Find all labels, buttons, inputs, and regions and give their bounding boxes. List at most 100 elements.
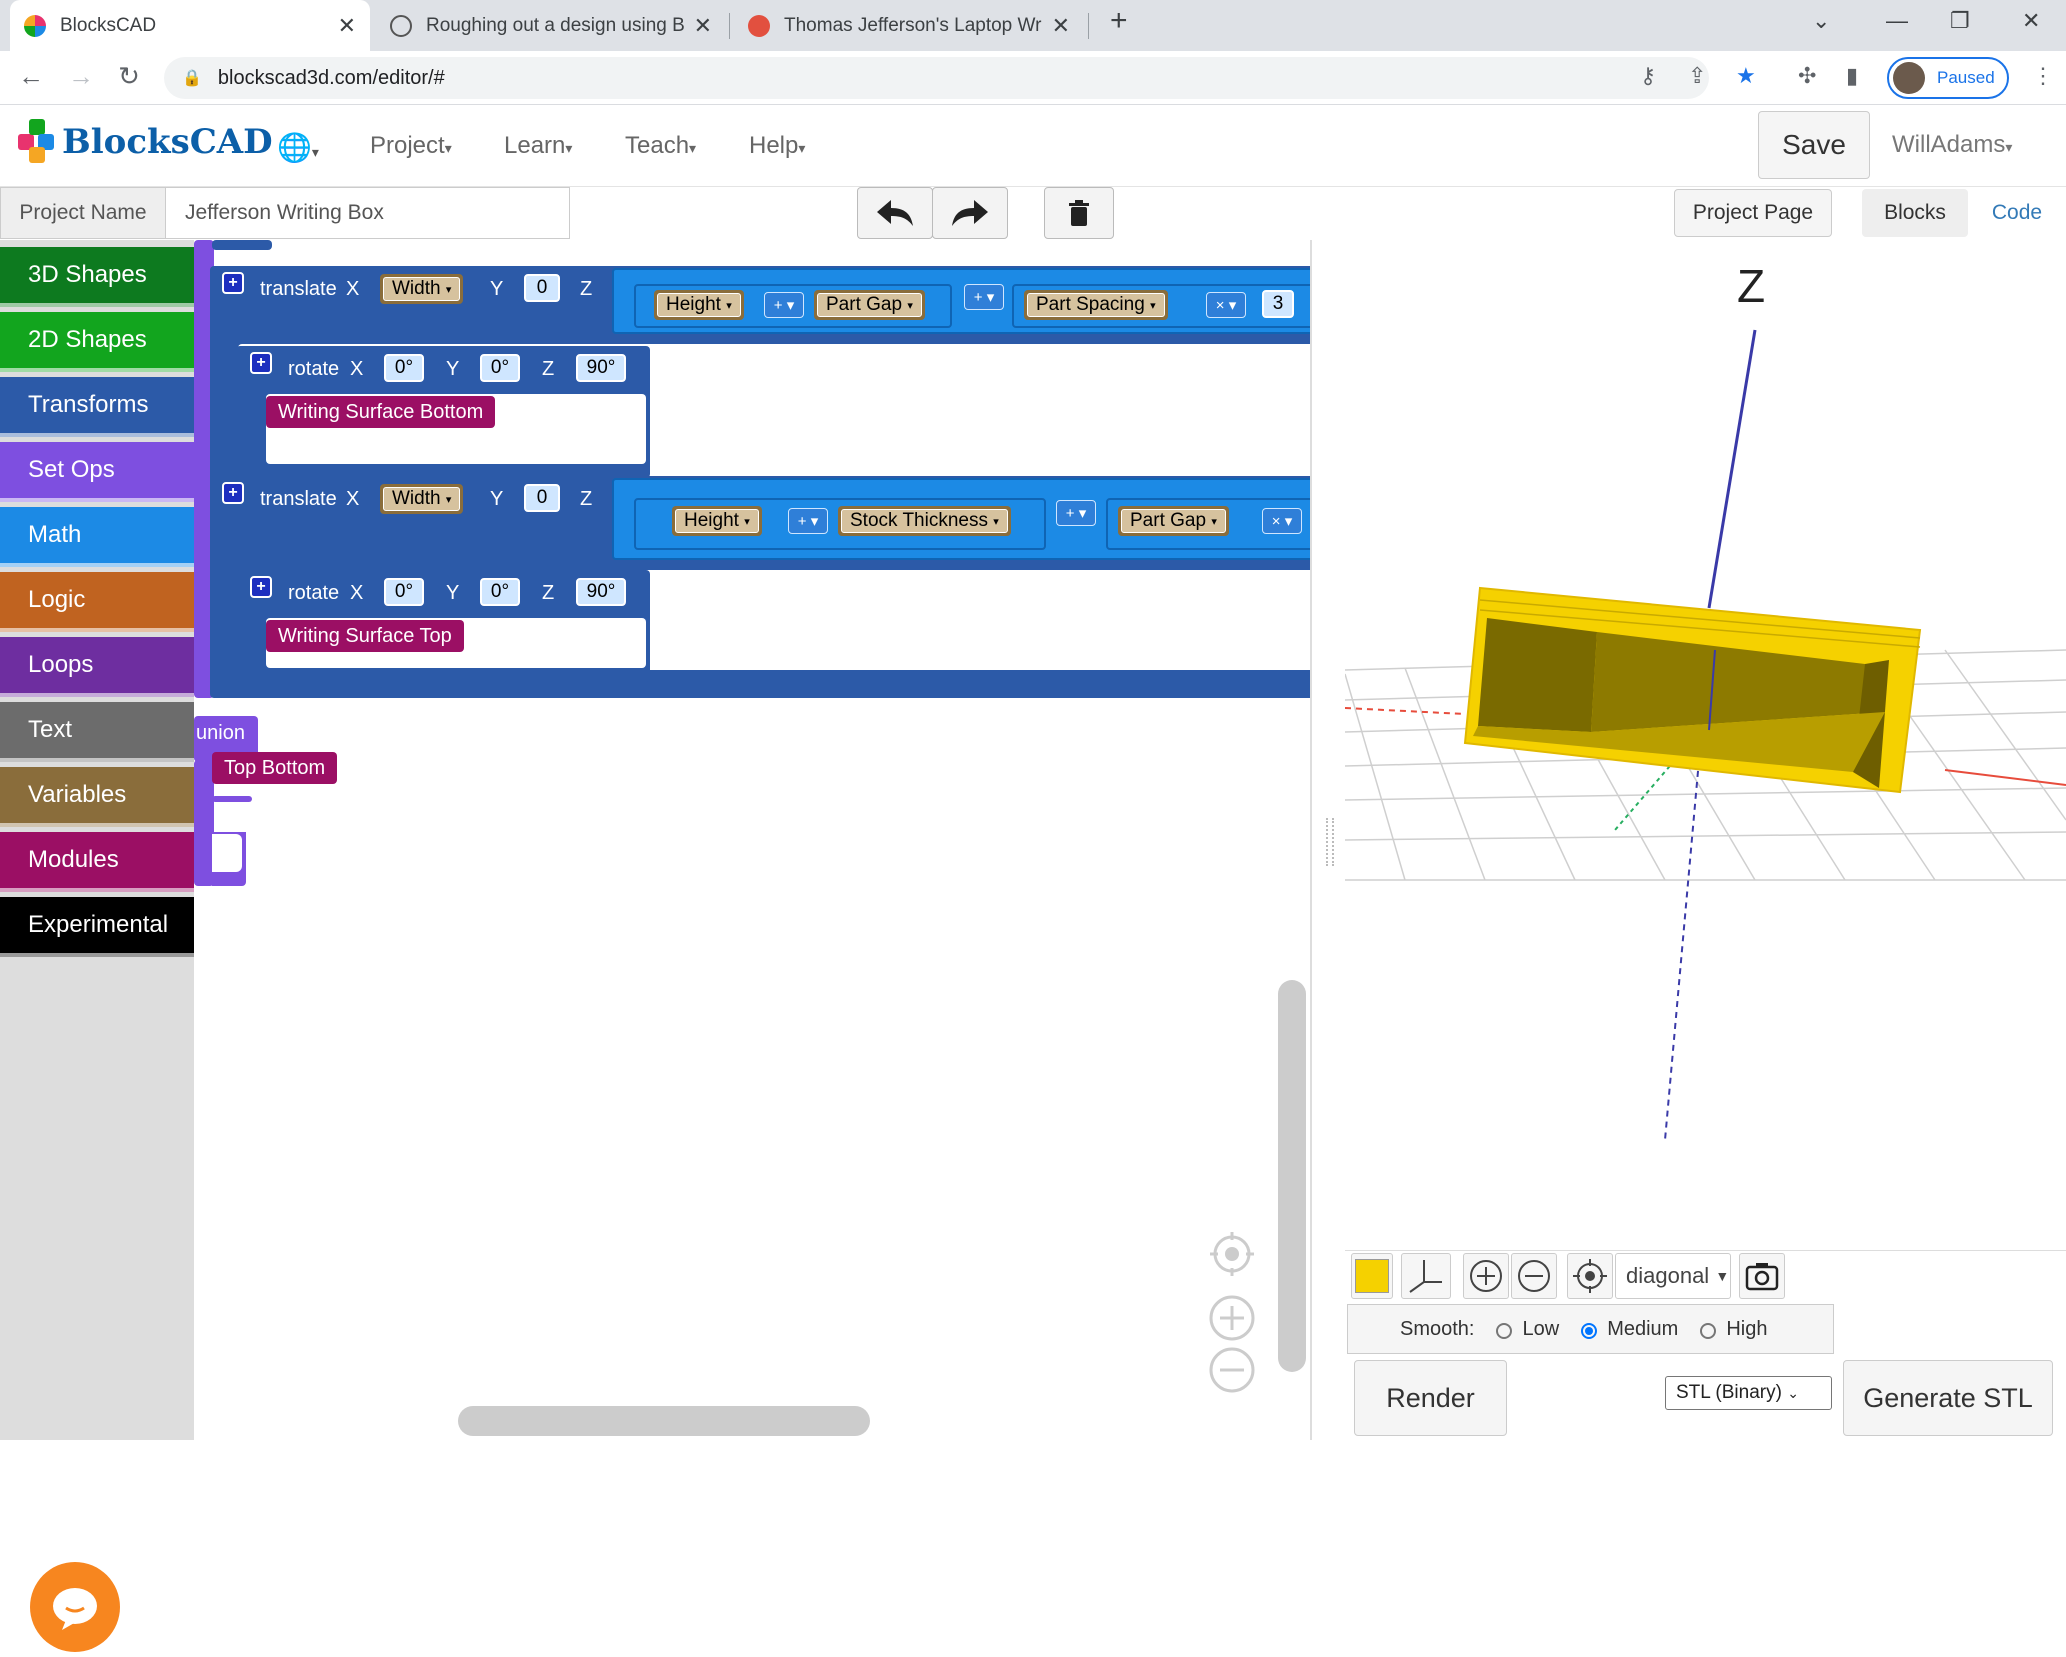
blockscad-logo[interactable]: BlocksCAD — [18, 119, 273, 165]
browser-tab-blockscad[interactable]: BlocksCAD ✕ — [10, 0, 370, 51]
axes-toggle-button[interactable] — [1401, 1253, 1451, 1299]
module-call-top-bottom[interactable]: Top Bottom — [212, 752, 338, 784]
minimize-icon[interactable]: — — [1886, 8, 1908, 34]
variable-part-spacing[interactable]: Part Spacing ▾ — [1024, 290, 1168, 320]
viewer-recenter-button[interactable] — [1567, 1253, 1613, 1299]
color-swatch-button[interactable] — [1351, 1253, 1393, 1299]
tab-blocks[interactable]: Blocks — [1862, 189, 1968, 237]
menu-project[interactable]: Project▾ — [370, 132, 452, 160]
operator-dropdown[interactable]: × ▾ — [1262, 508, 1302, 534]
side-panel-icon[interactable]: ▮ — [1846, 63, 1858, 89]
tab-search-chevron-icon[interactable]: ⌄ — [1812, 8, 1830, 34]
chat-widget-button[interactable] — [30, 1562, 120, 1652]
variable-stock-thickness[interactable]: Stock Thickness ▾ — [838, 506, 1011, 536]
menu-help[interactable]: Help▾ — [749, 132, 805, 160]
delete-button[interactable] — [1044, 187, 1114, 239]
angle-field[interactable]: 0° — [480, 354, 520, 382]
panel-resize-handle[interactable] — [1326, 818, 1334, 866]
language-globe-icon[interactable]: 🌐▾ — [277, 131, 319, 164]
share-icon[interactable]: ⇪ — [1688, 63, 1706, 89]
3d-viewer[interactable]: Z — [1345, 240, 2066, 1250]
angle-field[interactable]: 90° — [576, 578, 626, 606]
generate-stl-button[interactable]: Generate STL — [1843, 1360, 2053, 1436]
category-set-ops[interactable]: Set Ops — [0, 442, 194, 502]
variable-width[interactable]: Width ▾ — [380, 274, 464, 304]
undo-button[interactable] — [857, 187, 933, 239]
operator-dropdown[interactable]: + ▾ — [788, 508, 828, 534]
module-call-writing-surface-top[interactable]: Writing Surface Top — [266, 620, 464, 652]
back-arrow-icon[interactable]: ← — [14, 61, 48, 92]
operator-dropdown[interactable]: + ▾ — [1056, 500, 1096, 526]
expand-plus-icon[interactable]: + — [250, 352, 272, 374]
zoom-in-icon[interactable] — [1208, 1294, 1256, 1342]
number-field[interactable]: 0 — [524, 484, 560, 512]
menu-teach[interactable]: Teach▾ — [625, 132, 696, 160]
angle-field[interactable]: 90° — [576, 354, 626, 382]
reload-icon[interactable]: ↻ — [112, 61, 146, 92]
variable-height[interactable]: Height ▾ — [654, 290, 744, 320]
angle-field[interactable]: 0° — [480, 578, 520, 606]
variable-part-gap[interactable]: Part Gap ▾ — [814, 290, 925, 320]
browser-tab-roughing[interactable]: Roughing out a design using Blo ✕ — [376, 0, 726, 51]
profile-button[interactable]: Paused — [1887, 57, 2009, 99]
vertical-scrollbar[interactable] — [1278, 980, 1306, 1372]
viewer-zoom-in-button[interactable] — [1463, 1253, 1509, 1299]
category-3d-shapes[interactable]: 3D Shapes — [0, 247, 194, 307]
category-experimental[interactable]: Experimental — [0, 897, 194, 957]
horizontal-scrollbar[interactable] — [458, 1406, 870, 1436]
save-button[interactable]: Save — [1758, 111, 1870, 179]
smooth-medium-radio[interactable] — [1581, 1323, 1598, 1339]
angle-field[interactable]: 0° — [384, 578, 424, 606]
variable-part-gap[interactable]: Part Gap ▾ — [1118, 506, 1229, 536]
category-math[interactable]: Math — [0, 507, 194, 567]
category-logic[interactable]: Logic — [0, 572, 194, 632]
category-transforms[interactable]: Transforms — [0, 377, 194, 437]
redo-button[interactable] — [932, 187, 1008, 239]
browser-tab-jefferson[interactable]: Thomas Jefferson's Laptop Writin ✕ — [734, 0, 1084, 51]
close-window-icon[interactable]: ✕ — [2022, 8, 2040, 34]
forward-arrow-icon[interactable]: → — [64, 61, 98, 92]
restore-icon[interactable]: ❐ — [1950, 8, 1970, 34]
category-modules[interactable]: Modules — [0, 832, 194, 892]
project-page-button[interactable]: Project Page — [1674, 189, 1832, 237]
category-variables[interactable]: Variables — [0, 767, 194, 827]
url-omnibox[interactable]: 🔒 blockscad3d.com/editor/# — [164, 57, 1709, 99]
category-loops[interactable]: Loops — [0, 637, 194, 697]
screenshot-button[interactable] — [1739, 1253, 1785, 1299]
key-icon[interactable]: ⚷ — [1640, 63, 1656, 89]
recenter-target-icon[interactable] — [1208, 1230, 1256, 1278]
expand-plus-icon[interactable]: + — [222, 482, 244, 504]
view-angle-select[interactable]: diagonal ▼ — [1615, 1253, 1731, 1299]
menu-learn[interactable]: Learn▾ — [504, 132, 572, 160]
smooth-high-radio[interactable] — [1700, 1323, 1717, 1339]
variable-width[interactable]: Width ▾ — [380, 484, 464, 514]
extensions-puzzle-icon[interactable]: ✣ — [1798, 63, 1816, 89]
project-name-input[interactable]: Jefferson Writing Box — [165, 187, 570, 239]
category-text[interactable]: Text — [0, 702, 194, 762]
close-tab-icon[interactable]: ✕ — [1052, 13, 1070, 39]
blocks-workspace[interactable]: + translate X Width ▾ Y 0 Z Height ▾ + ▾… — [194, 240, 1312, 1440]
browser-menu-icon[interactable]: ⋮ — [2032, 63, 2054, 89]
expand-plus-icon[interactable]: + — [222, 272, 244, 294]
close-tab-icon[interactable]: ✕ — [694, 13, 712, 39]
viewer-zoom-out-button[interactable] — [1511, 1253, 1557, 1299]
module-call-writing-surface-bottom[interactable]: Writing Surface Bottom — [266, 396, 496, 428]
category-2d-shapes[interactable]: 2D Shapes — [0, 312, 194, 372]
render-button[interactable]: Render — [1354, 1360, 1507, 1436]
number-field[interactable]: 0 — [524, 274, 560, 302]
operator-dropdown[interactable]: + ▾ — [964, 284, 1004, 310]
user-menu[interactable]: WillAdams▾ — [1892, 131, 2012, 159]
close-tab-icon[interactable]: ✕ — [338, 13, 356, 39]
bookmark-star-icon[interactable]: ★ — [1736, 63, 1756, 89]
number-field[interactable]: 3 — [1262, 290, 1294, 318]
expand-plus-icon[interactable]: + — [250, 576, 272, 598]
operator-dropdown[interactable]: × ▾ — [1206, 292, 1246, 318]
new-tab-icon[interactable]: + — [1110, 4, 1128, 38]
tab-code[interactable]: Code — [1968, 189, 2066, 237]
variable-height[interactable]: Height ▾ — [672, 506, 762, 536]
zoom-out-icon[interactable] — [1208, 1346, 1256, 1394]
angle-field[interactable]: 0° — [384, 354, 424, 382]
smooth-low-radio[interactable] — [1496, 1323, 1513, 1339]
export-format-select[interactable]: STL (Binary) ⌄ — [1665, 1376, 1832, 1410]
operator-dropdown[interactable]: + ▾ — [764, 292, 804, 318]
